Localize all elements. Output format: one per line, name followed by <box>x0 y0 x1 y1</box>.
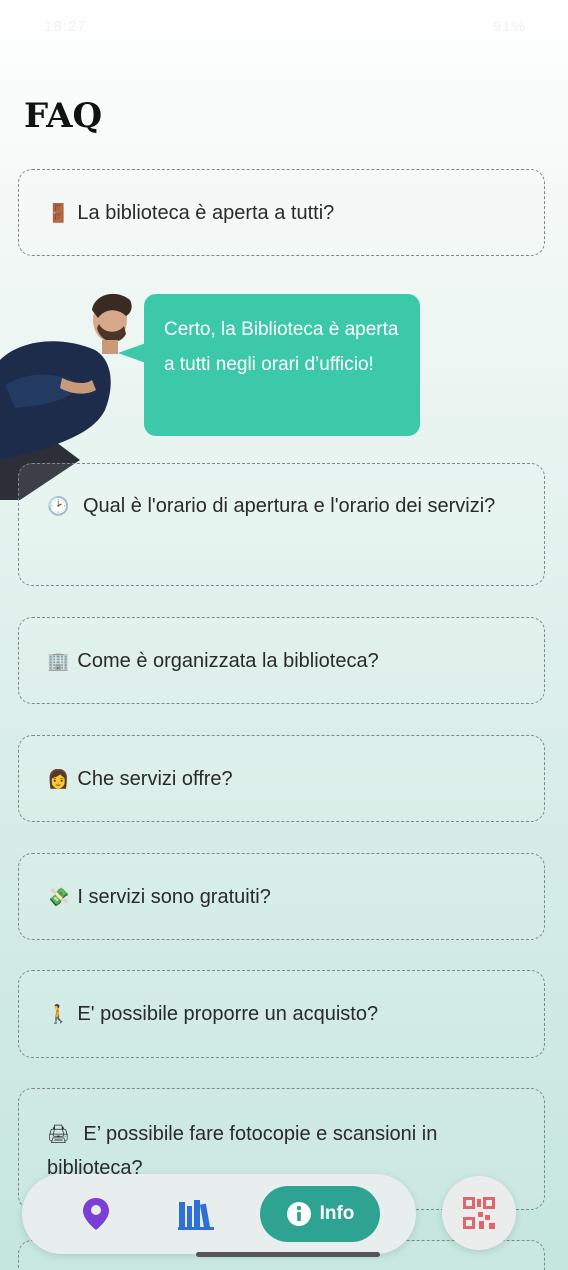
faq-question: E’ possibile fare fotocopie e scansioni … <box>47 1123 438 1179</box>
faq-item-organization[interactable]: 🏢 Come è organizzata la biblioteca? <box>18 617 545 704</box>
faq-question: Che servizi offre? <box>77 767 233 790</box>
faq-item-free-services[interactable]: 💸 I servizi sono gratuiti? <box>18 853 545 940</box>
clock-icon: 🕑 <box>47 496 70 516</box>
nav-info-label: Info <box>319 1203 355 1224</box>
nav-location-button[interactable] <box>78 1196 114 1232</box>
qr-scan-button[interactable] <box>442 1176 516 1250</box>
faq-item-open-to-all[interactable]: 🚪 La biblioteca è aperta a tutti? <box>18 169 545 256</box>
bottom-nav: Info <box>22 1174 416 1254</box>
battery-level: 91% <box>492 18 526 35</box>
money-icon: 💸 <box>47 886 70 907</box>
walking-person-icon: 🚶 <box>47 1004 70 1024</box>
woman-icon: 👩 <box>47 768 70 789</box>
printer-icon: 🖨 <box>47 1124 70 1144</box>
faq-question: I servizi sono gratuiti? <box>77 885 271 908</box>
faq-question: Qual è l'orario di apertura e l'orario d… <box>82 495 496 517</box>
assistant-answer-bubble: Certo, la Biblioteca è aperta a tutti ne… <box>144 294 420 436</box>
status-time: 18:27 <box>44 18 87 35</box>
qr-code-icon <box>463 1197 495 1229</box>
page-title: FAQ <box>24 96 103 136</box>
faq-question: La biblioteca è aperta a tutti? <box>77 201 335 224</box>
home-indicator <box>196 1252 380 1257</box>
faq-item-services[interactable]: 👩 Che servizi offre? <box>18 735 545 822</box>
status-bar: 18:27 91% <box>0 0 568 52</box>
info-icon <box>286 1202 311 1226</box>
faq-question: Come è organizzata la biblioteca? <box>77 649 379 672</box>
building-icon: 🏢 <box>47 650 70 671</box>
faq-item-opening-hours[interactable]: 🕑 Qual è l'orario di apertura e l'orario… <box>18 463 545 586</box>
nav-info-button[interactable]: Info <box>260 1186 380 1242</box>
faq-item-purchase-proposal[interactable]: 🚶 E' possibile proporre un acquisto? <box>18 970 545 1058</box>
location-pin-icon <box>83 1198 109 1230</box>
door-icon: 🚪 <box>47 202 70 223</box>
speech-bubble-tail <box>118 343 146 363</box>
books-icon <box>178 1200 214 1230</box>
faq-question: E' possibile proporre un acquisto? <box>77 1003 379 1025</box>
nav-catalog-button[interactable] <box>176 1196 216 1232</box>
